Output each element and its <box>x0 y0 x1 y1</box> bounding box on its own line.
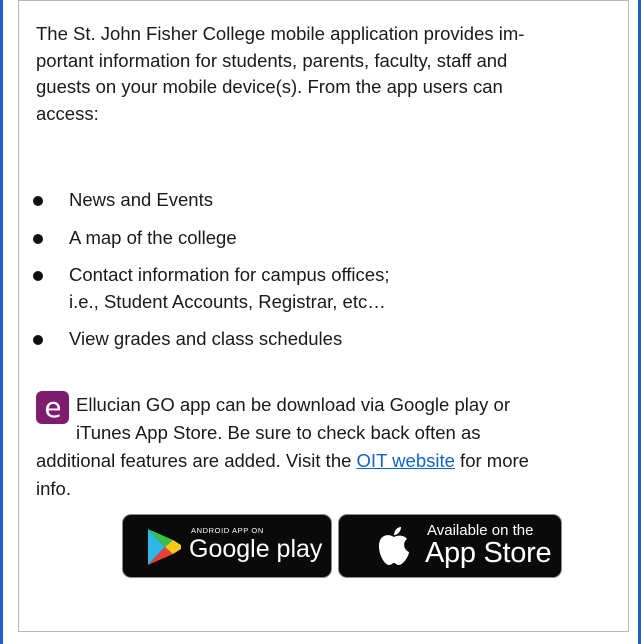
app-info-line-1: Ellucian GO app can be download via Goog… <box>76 394 510 415</box>
app-info-block: e Ellucian GO app can be download via Go… <box>36 391 621 503</box>
feature-label: View grades and class schedules <box>69 328 343 349</box>
app-info-line-3-start: additional features are added. Visit the <box>36 450 357 471</box>
bullet-icon <box>33 233 43 244</box>
app-info-line-2: iTunes App Store. Be sure to check back … <box>76 422 481 443</box>
feature-list: News and Events A map of the college Con… <box>19 187 389 364</box>
google-badge-title: Google play <box>189 535 323 563</box>
google-badge-caption: ANDROID APP ON <box>191 526 264 535</box>
oit-website-link[interactable]: OIT website <box>357 450 455 471</box>
app-store-badge[interactable]: Available on the App Store <box>338 514 562 578</box>
store-badges: ANDROID APP ON Google play Available on … <box>122 514 562 578</box>
intro-line-1: The St. John Fisher College mobile appli… <box>36 23 525 44</box>
ellucian-e-icon: e <box>44 394 61 422</box>
content-panel: The St. John Fisher College mobile appli… <box>18 0 629 632</box>
app-info-line-4: info. <box>36 478 71 499</box>
feature-label: News and Events <box>69 189 213 210</box>
feature-sublabel: i.e., Student Accounts, Registrar, etc… <box>69 290 386 312</box>
app-info-line-3: additional features are added. Visit the… <box>36 447 621 475</box>
google-play-icon <box>148 529 181 565</box>
apple-badge-title: App Store <box>425 537 552 569</box>
bullet-icon <box>33 271 43 281</box>
svg-text:e: e <box>44 394 61 422</box>
google-play-badge[interactable]: ANDROID APP ON Google play <box>122 514 332 578</box>
intro-line-2: portant information for students, parent… <box>36 49 508 71</box>
apple-icon <box>379 527 409 565</box>
feature-label: Contact information for campus offices; <box>69 264 390 285</box>
list-item: Contact information for campus offices; … <box>19 262 389 315</box>
intro-line-3: guests on your mobile device(s). From th… <box>36 76 503 97</box>
feature-label: A map of the college <box>69 226 237 248</box>
list-item: View grades and class schedules <box>19 326 389 353</box>
intro-line-4: access: <box>36 102 99 124</box>
app-info-line-3-end: for more <box>454 450 529 471</box>
page-frame: The St. John Fisher College mobile appli… <box>0 0 641 644</box>
bullet-icon <box>33 196 43 206</box>
intro-paragraph: The St. John Fisher College mobile appli… <box>36 21 621 127</box>
list-item: A map of the college <box>19 225 389 252</box>
bullet-icon <box>33 335 43 345</box>
list-item: News and Events <box>19 187 389 214</box>
ellucian-go-app-icon: e <box>36 391 69 424</box>
